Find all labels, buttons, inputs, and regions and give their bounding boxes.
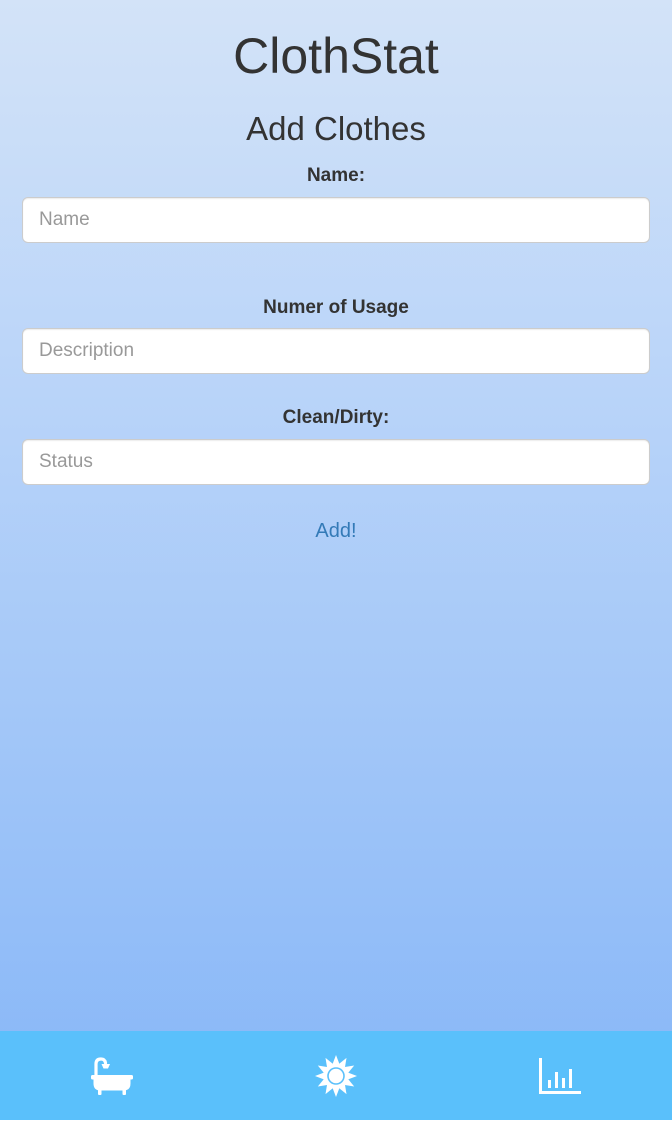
app-title: ClothStat [233,28,439,84]
bar-chart-icon [539,1057,581,1094]
bathtub-icon [91,1056,133,1095]
usage-input[interactable] [22,328,650,374]
status-label: Clean/Dirty: [282,407,390,428]
app-screen: ClothStat Add Clothes Name: Numer of Usa… [0,0,672,1122]
tab-laundry[interactable] [0,1031,224,1120]
tab-weather[interactable] [224,1031,448,1120]
usage-label: Numer of Usage [263,297,409,318]
status-input[interactable] [22,439,650,485]
name-label: Name: [306,165,366,186]
tab-stats[interactable] [448,1031,672,1120]
sun-icon [315,1054,357,1097]
form-title: Add Clothes [246,110,426,147]
name-input[interactable] [22,197,650,243]
bottom-tab-bar [0,1031,672,1120]
add-button[interactable]: Add! [0,518,672,544]
